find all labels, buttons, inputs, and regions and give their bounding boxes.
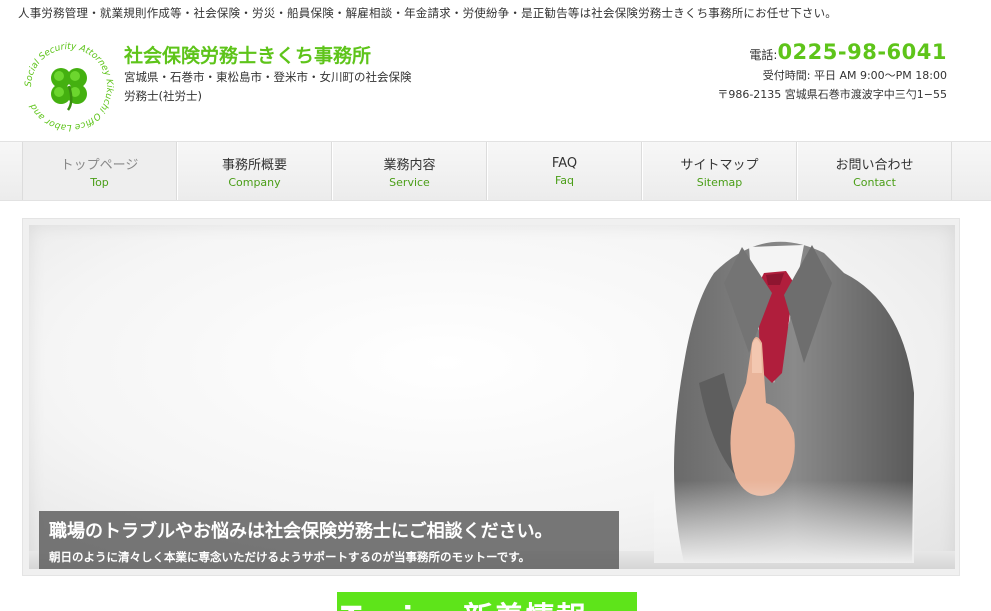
- business-hours: 受付時間: 平日 AM 9:00〜PM 18:00: [762, 69, 947, 82]
- contact-info: 電話:0225-98-6041 受付時間: 平日 AM 9:00〜PM 18:0…: [717, 40, 947, 102]
- nav-item-company[interactable]: 事務所概要 Company: [177, 142, 332, 200]
- hero-subtitle: 朝日のように清々しく本業に専念いただけるようサポートするのが当事務所のモットーで…: [49, 550, 531, 564]
- nav-label-ja: お問い合わせ: [835, 157, 914, 173]
- nav-label-en: Faq: [554, 173, 575, 187]
- phone-row: 電話:0225-98-6041: [717, 40, 947, 64]
- businessman-illustration: [654, 233, 914, 563]
- nav-item-top[interactable]: トップページ Top: [22, 142, 177, 200]
- nav-label-ja: サイトマップ: [680, 157, 759, 173]
- nav-label-ja: FAQ: [551, 155, 578, 171]
- hero-banner: 職場のトラブルやお悩みは社会保険労務士にご相談ください。 朝日のように清々しく本…: [29, 225, 955, 569]
- nav-label-ja: 事務所概要: [221, 157, 287, 173]
- nav-item-sitemap[interactable]: サイトマップ Sitemap: [642, 142, 797, 200]
- nav-label-en: Company: [228, 175, 281, 189]
- hero-title: 職場のトラブルやお悩みは社会保険労務士にご相談ください。: [49, 521, 553, 542]
- nav-item-faq[interactable]: FAQ Faq: [487, 142, 642, 200]
- nav-label-en: Top: [90, 175, 109, 189]
- hero-caption: 職場のトラブルやお悩みは社会保険労務士にご相談ください。 朝日のように清々しく本…: [39, 511, 619, 569]
- header-tagline: 人事労務管理・就業規則作成等・社会保険・労災・船員保険・解雇相談・年金請求・労使…: [18, 6, 837, 20]
- topics-heading: Topics 新着情報: [341, 593, 587, 611]
- global-nav: トップページ Top 事務所概要 Company 業務内容 Service FA…: [0, 141, 991, 201]
- nav-items: トップページ Top 事務所概要 Company 業務内容 Service FA…: [22, 142, 952, 200]
- nav-item-contact[interactable]: お問い合わせ Contact: [797, 142, 952, 200]
- nav-label-ja: 業務内容: [383, 157, 436, 173]
- topics-heading-bar: Topics 新着情報: [337, 592, 637, 611]
- nav-label-en: Sitemap: [696, 175, 743, 189]
- nav-label-en: Contact: [853, 175, 896, 189]
- office-address: 〒986-2135 宮城県石巻市渡波字中三勺1−55: [717, 88, 947, 101]
- nav-item-service[interactable]: 業務内容 Service: [332, 142, 487, 200]
- site-description: 宮城県・石巻市・東松島市・登米市・女川町の社会保険労務士(社労士): [124, 70, 412, 103]
- phone-label: 電話:: [749, 48, 778, 62]
- site-title[interactable]: 社会保険労務士きくち事務所: [124, 41, 371, 68]
- phone-number[interactable]: 0225-98-6041: [777, 40, 947, 64]
- nav-label-ja: トップページ: [60, 157, 139, 173]
- site-logo[interactable]: Social Security Attorney Kikuchi Office …: [22, 40, 116, 134]
- hero-banner-frame: 職場のトラブルやお悩みは社会保険労務士にご相談ください。 朝日のように清々しく本…: [22, 218, 960, 576]
- nav-label-en: Service: [389, 175, 430, 189]
- clover-logo-icon: Social Security Attorney Kikuchi Office …: [24, 42, 114, 132]
